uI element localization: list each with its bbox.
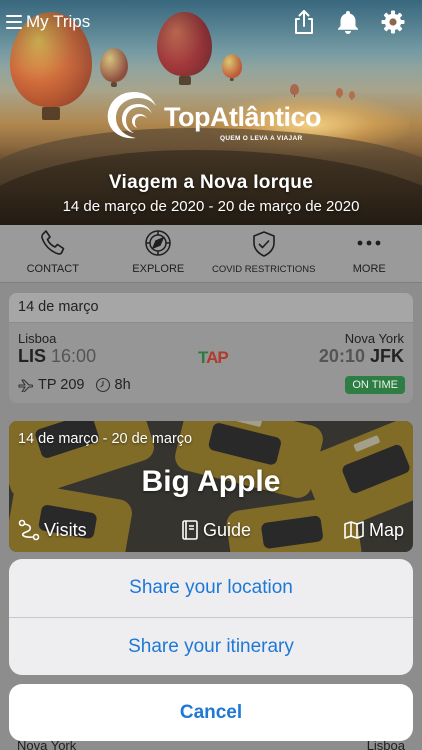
- map-link[interactable]: Map: [343, 519, 404, 541]
- flight-duration: 8h: [114, 377, 131, 393]
- share-button[interactable]: [290, 8, 318, 36]
- share-itinerary-button[interactable]: Share your itinerary: [9, 617, 413, 675]
- departure-code: LIS: [18, 346, 47, 366]
- more-label: MORE: [352, 263, 386, 275]
- hamburger-icon: [6, 15, 22, 29]
- guide-label: Guide: [203, 519, 252, 540]
- flight-number: TP 209: [38, 377, 85, 393]
- settings-button[interactable]: [379, 8, 407, 36]
- contact-label: CONTACT: [26, 263, 79, 275]
- compass-icon: [145, 230, 171, 256]
- visits-link[interactable]: Visits: [18, 519, 87, 541]
- brand-logo: TopAtlântico QUEM O LEVA A VIAJAR: [104, 88, 324, 144]
- flight-date: 14 de março: [9, 293, 413, 323]
- trip-title: Viagem a Nova Iorque: [108, 172, 314, 193]
- explore-label: EXPLORE: [132, 263, 185, 275]
- more-button[interactable]: MORE: [317, 225, 422, 282]
- share-action-sheet: Share your location Share your itinerary: [9, 559, 413, 675]
- itinerary-feed: 14 de março Lisboa Nova York LIS 16:00 2…: [0, 283, 422, 750]
- departure-city: Lisboa: [18, 331, 57, 346]
- bell-icon: [338, 11, 358, 34]
- city-name: Big Apple: [141, 465, 281, 498]
- covid-restrictions-button[interactable]: COVID RESTRICTIONS: [211, 225, 317, 282]
- phone-icon: [40, 230, 65, 255]
- plane-icon: [18, 379, 34, 392]
- share-icon: [295, 10, 313, 34]
- book-icon: [182, 520, 198, 540]
- more-dots-icon: [357, 240, 381, 246]
- logo-swoosh-icon: [107, 92, 156, 139]
- route-icon: [18, 519, 40, 541]
- my-trips-menu-button[interactable]: My Trips: [6, 10, 90, 34]
- clock-icon: [95, 377, 110, 393]
- city-dates: 14 de março - 20 de março: [18, 431, 193, 447]
- logo-wordmark: TopAtlântico: [164, 102, 321, 132]
- arrival-code: JFK: [369, 346, 404, 366]
- departure-time: 16:00: [51, 346, 97, 366]
- my-trips-label: My Trips: [26, 12, 91, 31]
- guide-link[interactable]: Guide: [181, 519, 251, 541]
- airline-logo: TAP: [198, 348, 229, 367]
- notifications-button[interactable]: [334, 8, 362, 36]
- shield-check-icon: [252, 231, 275, 257]
- arrival-time: 20:10: [318, 346, 365, 366]
- arrival-city: Nova York: [344, 331, 404, 346]
- departure-info: LIS 16:00: [18, 346, 96, 367]
- gear-icon: [381, 10, 405, 34]
- trip-actions-bar: CONTACT EXPLORE COVID RESTRICTIONS MORE: [0, 225, 422, 283]
- arrival-info: 20:10 JFK: [319, 346, 404, 367]
- city-card[interactable]: 14 de março - 20 de março Big Apple Visi…: [9, 421, 413, 552]
- share-location-button[interactable]: Share your location: [9, 559, 413, 617]
- flight-meta: TP 209 8h: [18, 377, 131, 393]
- visits-label: Visits: [44, 519, 87, 540]
- trip-dates: 14 de março de 2020 - 20 de março de 202…: [62, 198, 360, 215]
- explore-button[interactable]: EXPLORE: [106, 225, 212, 282]
- covid-restrictions-label: COVID RESTRICTIONS: [212, 264, 316, 275]
- map-icon: [344, 521, 364, 539]
- logo-tagline: QUEM O LEVA A VIAJAR: [220, 135, 303, 142]
- map-label: Map: [368, 519, 404, 540]
- status-badge: ON TIME: [345, 376, 405, 394]
- flight-card[interactable]: 14 de março Lisboa Nova York LIS 16:00 2…: [9, 293, 413, 403]
- cancel-button[interactable]: Cancel: [9, 684, 413, 741]
- trip-hero-banner: My Trips TopAtlântico QUEM O LEVA A VIAJ…: [0, 0, 422, 225]
- top-bar: My Trips: [0, 0, 422, 44]
- contact-button[interactable]: CONTACT: [0, 225, 106, 282]
